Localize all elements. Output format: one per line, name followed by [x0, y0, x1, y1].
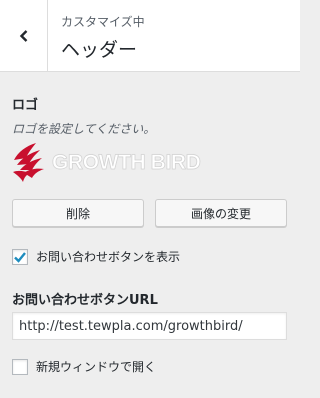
page-title: ヘッダー — [61, 39, 138, 61]
growth-bird-logo: GROWTH BIRD — [10, 140, 215, 186]
customizer-header: カスタマイズ中 ヘッダー — [0, 0, 300, 72]
breadcrumb: カスタマイズ中 — [61, 15, 145, 29]
logo-description: ロゴを設定してください。 — [12, 122, 156, 136]
contact-url-label: お問い合わせボタンURL — [12, 293, 158, 308]
logo-wordmark: GROWTH BIRD — [52, 151, 202, 175]
new-window-checkbox[interactable] — [12, 358, 28, 375]
remove-logo-button[interactable]: 削除 — [12, 199, 144, 227]
chevron-left-icon — [19, 29, 27, 42]
change-image-button[interactable]: 画像の変更 — [155, 199, 287, 227]
show-contact-button-checkbox[interactable] — [12, 248, 28, 265]
contact-url-input[interactable] — [12, 312, 287, 340]
show-contact-button-label: お問い合わせボタンを表示 — [36, 250, 181, 264]
bird-logo-icon — [13, 143, 44, 182]
new-window-option[interactable]: 新規ウィンドウで開く — [12, 358, 156, 375]
show-contact-button-option[interactable]: お問い合わせボタンを表示 — [12, 248, 180, 265]
logo-section-label: ロゴ — [12, 98, 39, 113]
checkmark-icon — [14, 251, 26, 263]
back-button[interactable] — [0, 0, 48, 71]
new-window-label: 新規ウィンドウで開く — [36, 360, 157, 374]
